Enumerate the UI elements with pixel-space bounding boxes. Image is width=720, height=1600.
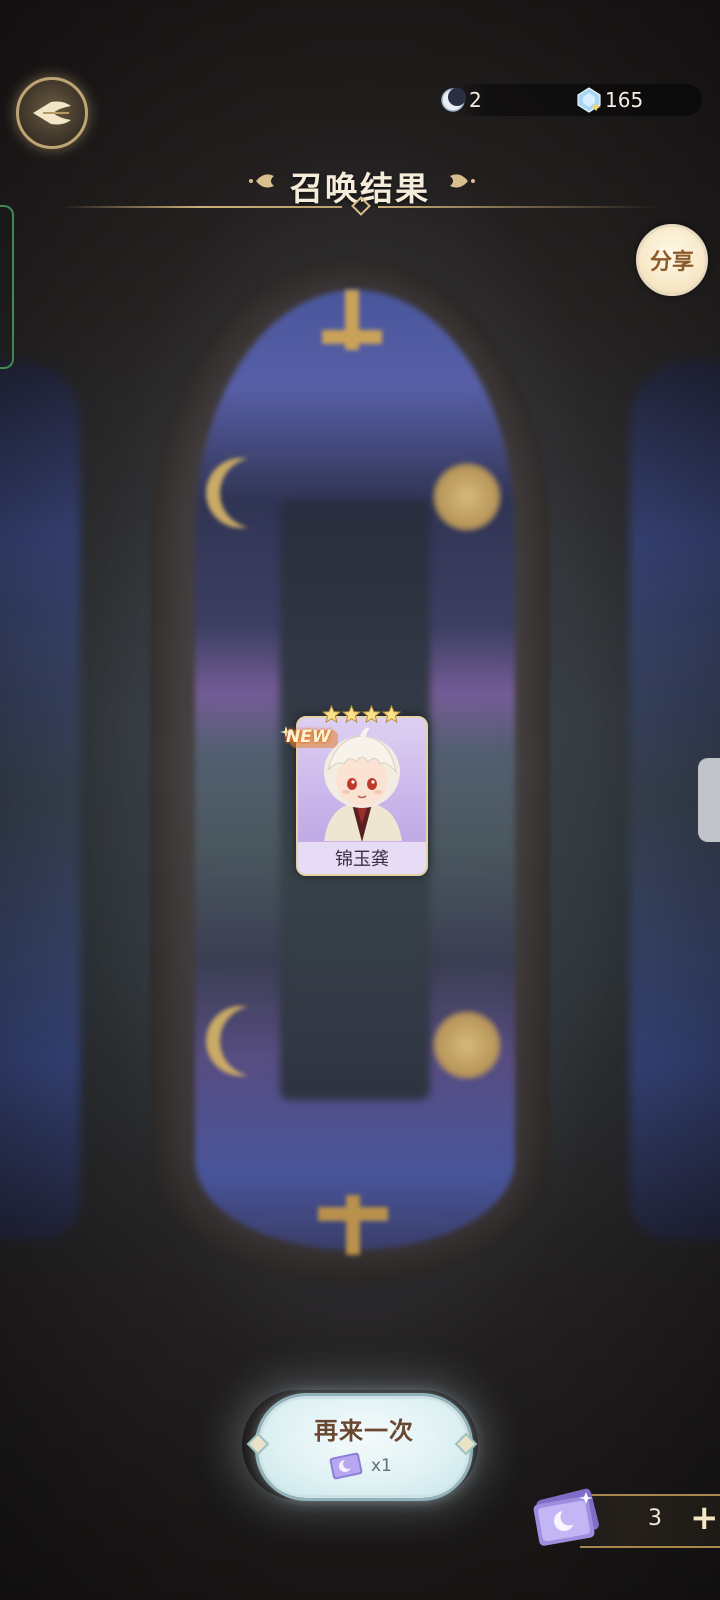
- right-edge-tab[interactable]: [698, 758, 720, 842]
- star-icon: [342, 705, 361, 724]
- currency-bar: 2 165: [441, 84, 702, 116]
- star-icon: [322, 705, 341, 724]
- ticket-count: 3: [648, 1506, 662, 1531]
- share-button[interactable]: 分享: [636, 224, 708, 296]
- add-ticket-button[interactable]: +: [690, 1498, 719, 1538]
- title-header: 召唤结果: [0, 160, 720, 220]
- back-button[interactable]: [16, 77, 88, 149]
- gem-count: 165: [605, 88, 644, 112]
- moon-currency: 2: [440, 84, 482, 116]
- character-name-plate: 锦玉龚: [298, 841, 426, 874]
- gem-currency: 165: [576, 84, 643, 116]
- summon-ticket-icon: [329, 1452, 363, 1480]
- character-name: 锦玉龚: [335, 849, 389, 870]
- left-edge-tab[interactable]: [0, 205, 14, 369]
- new-badge: NEW: [286, 727, 331, 747]
- star-rating: [322, 705, 401, 724]
- summon-cost-value: x1: [371, 1456, 392, 1476]
- share-label: 分享: [649, 250, 694, 275]
- summon-ticket-icon: [533, 1488, 599, 1546]
- summon-again-label: 再来一次: [314, 1417, 414, 1445]
- title-divider-left: [60, 206, 342, 208]
- summon-cost: x1: [327, 1451, 392, 1481]
- star-icon: [362, 705, 381, 724]
- leaf-ornament-icon: [450, 174, 475, 188]
- crescent-moon-icon: [441, 88, 466, 112]
- back-arrow-icon: [33, 101, 71, 125]
- star-icon: [382, 705, 401, 724]
- title-divider-right: [378, 206, 660, 208]
- crystal-gem-icon: [577, 87, 601, 113]
- moon-count: 2: [469, 88, 482, 112]
- summon-again-button[interactable]: 再来一次 x1: [258, 1396, 470, 1498]
